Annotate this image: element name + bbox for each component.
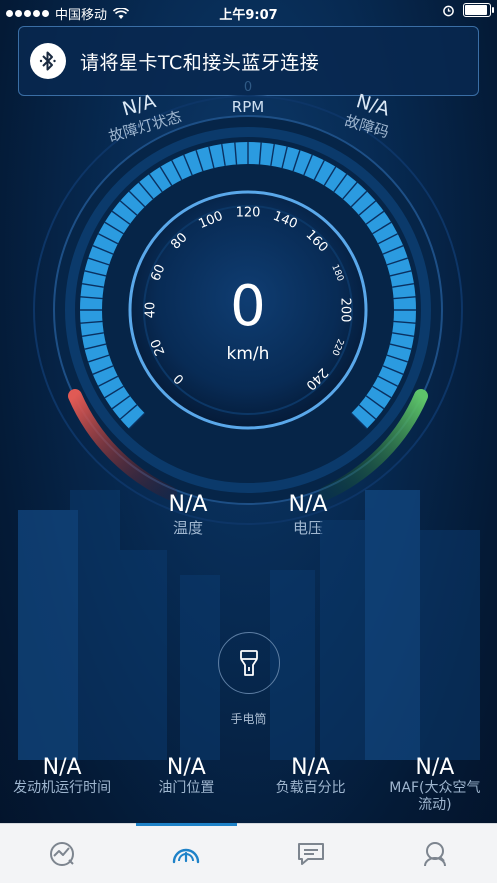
load-percent-stat: N/A 负载百分比	[249, 755, 373, 821]
engine-runtime-value: N/A	[42, 755, 82, 780]
tick-label: 200	[338, 298, 353, 323]
gauge-icon	[173, 848, 200, 864]
chat-icon	[297, 843, 324, 865]
status-time: 上午9:07	[219, 8, 278, 23]
load-percent-label: 负载百分比	[275, 780, 346, 796]
tab-dashboard[interactable]	[124, 823, 248, 883]
tab-trends[interactable]	[0, 824, 124, 883]
tab-profile[interactable]	[373, 824, 497, 883]
tick-label: 40	[144, 302, 159, 319]
engine-runtime-label: 发动机运行时间	[13, 780, 112, 796]
rpm-label: RPM	[231, 98, 265, 116]
dashboard-screen: 中国移动 上午9:07 请将星卡TC和接头蓝牙连接 0 20 40 60 80 …	[0, 0, 497, 883]
flashlight-button[interactable]	[218, 632, 280, 694]
maf-label: MAF(大众空气流动)	[389, 780, 481, 813]
speed-unit: km/h	[226, 344, 270, 364]
load-percent-value: N/A	[291, 755, 331, 780]
status-bar: 中国移动 上午9:07	[0, 0, 497, 24]
flashlight-label: 手电筒	[230, 712, 267, 726]
battery-icon	[463, 3, 494, 17]
maf-value: N/A	[415, 755, 455, 780]
bottom-stats-row: N/A 发动机运行时间 N/A 油门位置 N/A 负载百分比 N/A MAF(大…	[0, 755, 497, 821]
throttle-position-value: N/A	[166, 755, 206, 780]
tick-label: 120	[236, 206, 261, 221]
flashlight-icon	[240, 650, 258, 676]
rpm-value: 0	[243, 80, 253, 95]
profile-search-icon	[423, 842, 446, 867]
speed-gauge: 0 20 40 60 80 100 120 140 160 180 200 220 240 0 RPM …	[0, 80, 497, 560]
trend-chart-icon	[50, 842, 75, 866]
maf-stat: N/A MAF(大众空气流动)	[373, 755, 497, 821]
throttle-position-label: 油门位置	[158, 780, 215, 796]
speed-value: 0	[230, 274, 266, 339]
throttle-position-stat: N/A 油门位置	[124, 755, 248, 821]
bluetooth-icon	[30, 43, 66, 79]
engine-runtime-stat: N/A 发动机运行时间	[0, 755, 124, 821]
alarm-icon	[443, 5, 454, 16]
tab-messages[interactable]	[249, 824, 373, 883]
banner-message: 请将星卡TC和接头蓝牙连接	[80, 51, 320, 74]
tab-bar	[0, 823, 497, 883]
